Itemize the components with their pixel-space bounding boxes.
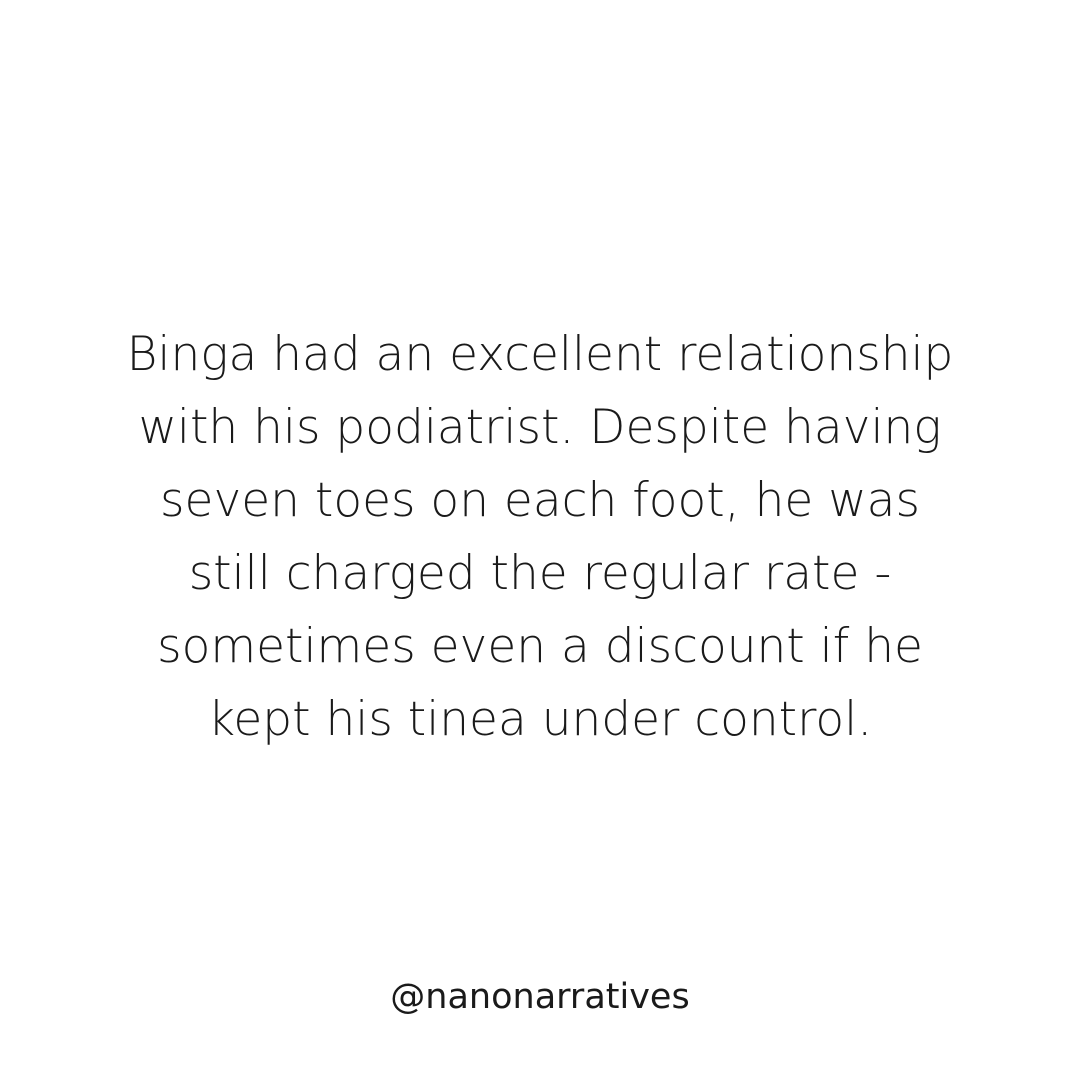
- story-line: with his podiatrist. Despite having: [138, 400, 942, 455]
- story-line: still charged the regular rate -: [188, 546, 892, 601]
- story-line: seven toes on each foot, he was: [160, 473, 920, 528]
- story-line: kept his tinea under control.: [207, 692, 873, 747]
- post-canvas: Binga had an excellent relationship with…: [0, 0, 1080, 1080]
- story-text: Binga had an excellent relationship with…: [60, 318, 1020, 756]
- account-handle: @nanonarratives: [390, 977, 690, 1017]
- story-line: Binga had an excellent relationship: [126, 327, 954, 382]
- story-line: sometimes even a discount if he: [157, 619, 923, 674]
